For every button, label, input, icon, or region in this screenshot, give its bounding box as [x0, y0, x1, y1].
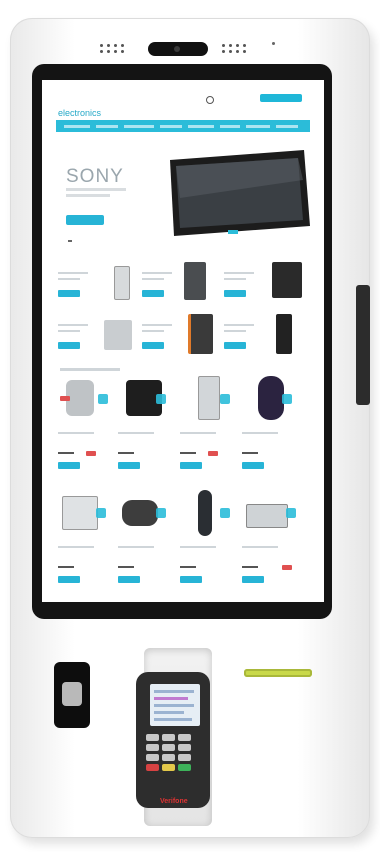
product-title — [58, 546, 94, 548]
price — [242, 566, 258, 568]
kettle-image[interactable] — [66, 380, 94, 416]
appliance-image[interactable] — [188, 314, 213, 354]
arrow-right-icon[interactable] — [98, 394, 108, 404]
fridge-image[interactable] — [184, 262, 206, 300]
terminal-brand-label: Verifone — [160, 798, 188, 805]
hero-subtitle-line — [66, 194, 110, 197]
touch-screen[interactable]: electronics SONY — [42, 80, 324, 602]
camera-image[interactable] — [104, 320, 132, 350]
terminal-screen — [150, 684, 200, 726]
camera-icon — [148, 42, 208, 56]
terminal-keypad[interactable] — [146, 734, 191, 771]
add-to-cart-button[interactable] — [118, 462, 140, 469]
search-icon[interactable] — [206, 96, 214, 104]
add-to-cart-button[interactable] — [180, 576, 202, 583]
price — [180, 452, 196, 454]
hero-pager[interactable] — [68, 240, 72, 242]
tile-title — [142, 272, 172, 274]
sale-badge — [60, 396, 70, 401]
product-title — [118, 432, 154, 434]
nav-bar[interactable] — [56, 120, 310, 132]
price — [118, 566, 134, 568]
tile-title — [142, 278, 164, 280]
product-title — [180, 432, 216, 434]
tile-title — [142, 324, 172, 326]
arrow-right-icon[interactable] — [156, 394, 166, 404]
price — [58, 566, 74, 568]
cart-button[interactable] — [260, 94, 302, 102]
add-to-cart-button[interactable] — [180, 462, 202, 469]
speaker-grill-right — [222, 44, 247, 53]
product-title — [58, 432, 94, 434]
product-title — [118, 546, 154, 548]
product-title — [242, 546, 278, 548]
mouse-image[interactable] — [258, 376, 284, 420]
tile-title — [224, 324, 254, 326]
price — [58, 452, 74, 454]
contactless-icon — [62, 682, 82, 706]
app-header: electronics — [42, 80, 324, 120]
side-card-slot — [356, 285, 370, 405]
discount-badge — [282, 565, 292, 570]
price — [180, 566, 196, 568]
tile-title — [58, 278, 80, 280]
tile-shop-button[interactable] — [142, 290, 164, 297]
nfc-reader[interactable] — [54, 662, 90, 728]
microwave-image[interactable] — [246, 504, 288, 528]
arrow-right-icon[interactable] — [286, 508, 296, 518]
tile-title — [142, 330, 164, 332]
hero-shop-button[interactable] — [66, 215, 104, 225]
tile-title — [58, 330, 80, 332]
hero-brand: SONY — [66, 166, 124, 187]
monitor-image[interactable] — [62, 496, 98, 530]
iron-image[interactable] — [198, 490, 212, 536]
product-title — [180, 546, 216, 548]
sensor-dot — [272, 42, 275, 45]
arrow-right-icon[interactable] — [220, 394, 230, 404]
add-to-cart-button[interactable] — [242, 462, 264, 469]
discount-badge — [86, 451, 96, 456]
add-to-cart-button[interactable] — [58, 462, 80, 469]
hero-subtitle-line — [66, 188, 126, 191]
product-title — [242, 432, 278, 434]
add-to-cart-button[interactable] — [58, 576, 80, 583]
add-to-cart-button[interactable] — [242, 576, 264, 583]
add-to-cart-button[interactable] — [118, 576, 140, 583]
arrow-right-icon[interactable] — [156, 508, 166, 518]
refrigerator-image[interactable] — [198, 376, 220, 420]
speaker-grill-left — [100, 44, 125, 53]
tile-title — [224, 330, 246, 332]
section-heading — [60, 368, 120, 371]
tile-title — [224, 272, 254, 274]
card-reader-slot[interactable] — [244, 669, 312, 677]
arrow-right-icon[interactable] — [220, 508, 230, 518]
discount-badge — [208, 451, 218, 456]
tile-shop-button[interactable] — [224, 342, 246, 349]
tile-title — [58, 324, 88, 326]
arrow-right-icon[interactable] — [282, 394, 292, 404]
tile-title — [224, 278, 246, 280]
tv-image[interactable] — [164, 150, 312, 236]
store-brand[interactable]: electronics — [58, 108, 101, 118]
speakers-image[interactable] — [272, 262, 302, 298]
phone-image[interactable] — [114, 266, 130, 300]
tv-slim-image[interactable] — [276, 314, 292, 354]
tile-shop-button[interactable] — [58, 342, 80, 349]
tile-shop-button[interactable] — [58, 290, 80, 297]
tile-shop-button[interactable] — [142, 342, 164, 349]
tile-title — [58, 272, 88, 274]
price — [242, 452, 258, 454]
camera-lens-image[interactable] — [122, 500, 158, 526]
tile-shop-button[interactable] — [224, 290, 246, 297]
price — [118, 452, 134, 454]
arrow-right-icon[interactable] — [96, 508, 106, 518]
